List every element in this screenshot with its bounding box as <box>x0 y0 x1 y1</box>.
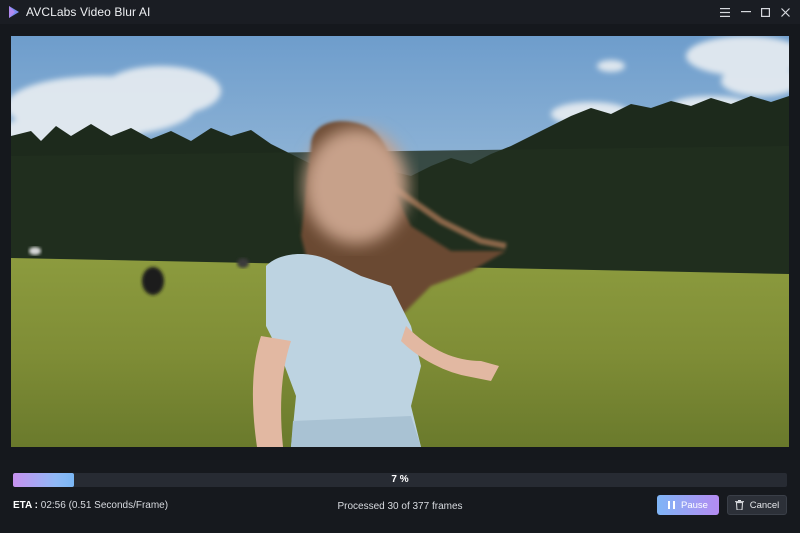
pause-label: Pause <box>681 499 708 511</box>
trash-icon <box>734 500 744 510</box>
app-logo-icon <box>9 6 19 18</box>
close-icon[interactable] <box>776 3 794 21</box>
progress-bar: 7 % <box>13 473 787 487</box>
progress-percent: 7 % <box>391 474 409 485</box>
video-preview <box>11 36 789 447</box>
minimize-icon[interactable] <box>737 3 755 21</box>
app-title: AVCLabs Video Blur AI <box>26 5 151 19</box>
menu-icon[interactable] <box>716 3 734 21</box>
bottom-panel: 7 % ETA : 02:56 (0.51 Seconds/Frame) Pro… <box>0 460 800 533</box>
video-frame-image <box>11 36 789 447</box>
maximize-icon[interactable] <box>756 3 774 21</box>
pause-icon <box>668 501 676 509</box>
cancel-label: Cancel <box>749 499 780 511</box>
cancel-button[interactable]: Cancel <box>727 495 787 515</box>
title-bar: AVCLabs Video Blur AI <box>0 0 800 24</box>
preview-area <box>0 24 800 460</box>
pause-button[interactable]: Pause <box>657 495 719 515</box>
